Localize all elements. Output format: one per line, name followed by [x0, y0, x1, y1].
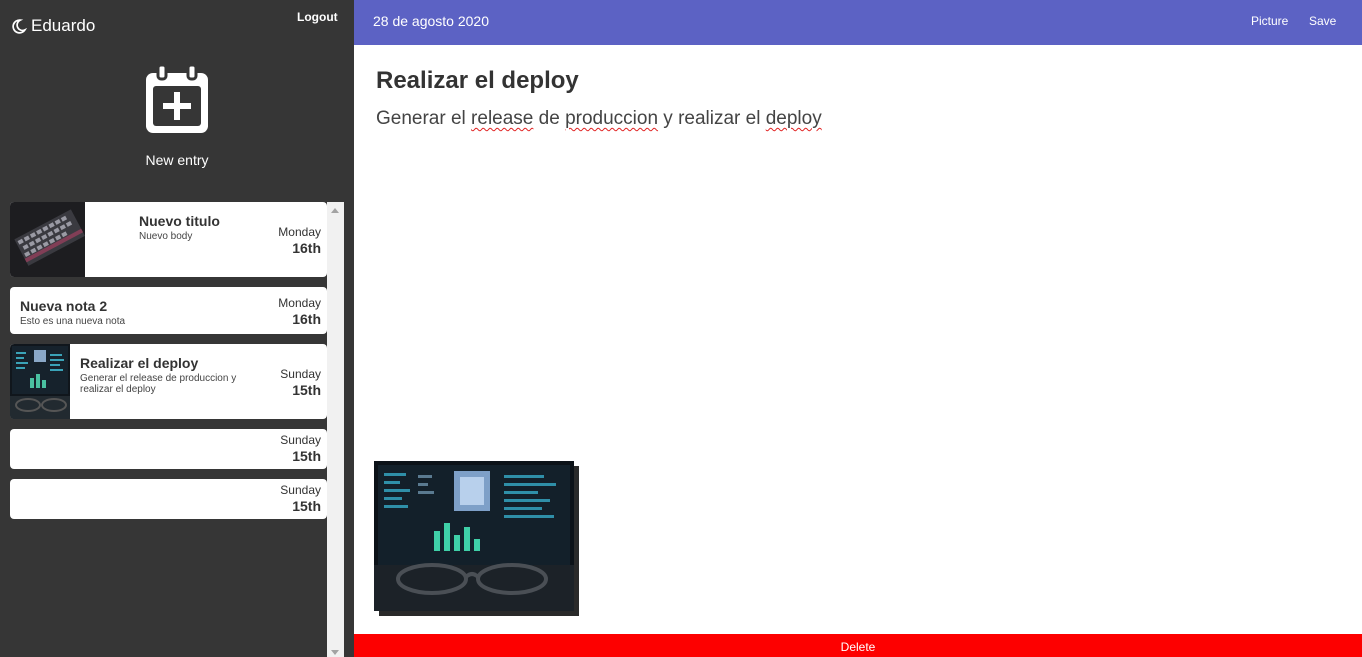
note-body-misspelled-word: deploy	[765, 108, 822, 129]
note-body-misspelled-word: produccion	[565, 108, 659, 129]
entry-day: Monday	[278, 225, 321, 239]
scroll-down-arrow-icon[interactable]	[331, 650, 339, 655]
entry-date: 16th	[292, 240, 321, 256]
user-info: Eduardo	[10, 16, 95, 36]
note-image	[374, 461, 574, 611]
entry-title: Realizar el deploy	[80, 355, 199, 371]
new-entry-label: New entry	[145, 152, 209, 168]
current-date: 28 de agosto 2020	[373, 13, 489, 29]
logout-button[interactable]: Logout	[297, 10, 338, 24]
entry-day: Sunday	[280, 483, 321, 497]
entry-title: Nuevo titulo	[139, 213, 220, 229]
delete-button[interactable]: Delete	[354, 634, 1362, 657]
entry-list: Nuevo titulo Nuevo body Monday 16th Nuev…	[10, 202, 327, 529]
note-title-input[interactable]: Realizar el deploy	[376, 67, 579, 95]
entry-item[interactable]: Sunday 15th	[10, 429, 327, 469]
entry-day: Monday	[278, 296, 321, 310]
entry-date: 15th	[292, 448, 321, 464]
entry-date: 15th	[292, 498, 321, 514]
calendar-plus-icon	[146, 63, 208, 133]
note-body-textarea[interactable]: Generar el release de produccion y reali…	[376, 108, 822, 130]
entry-body: Esto es una nueva nota	[20, 316, 126, 327]
new-entry-button[interactable]: New entry	[0, 62, 354, 168]
entry-title: Nueva nota 2	[20, 298, 108, 314]
moon-icon	[12, 18, 27, 34]
note-body-misspelled-word: release	[471, 108, 534, 129]
entry-item[interactable]: Realizar el deploy Generar el release de…	[10, 344, 327, 419]
note-body-text: Generar el	[376, 108, 472, 129]
entry-item[interactable]: Nueva nota 2 Esto es una nueva nota Mond…	[10, 287, 327, 334]
entry-item[interactable]: Nuevo titulo Nuevo body Monday 16th	[10, 202, 327, 277]
entry-list-scrollbar[interactable]	[327, 202, 344, 657]
entry-body: Nuevo body	[139, 231, 193, 242]
save-button[interactable]: Save	[1309, 14, 1336, 28]
sidebar: Eduardo Logout New entry Nuevo titulo Nu…	[0, 0, 354, 657]
picture-button[interactable]: Picture	[1251, 14, 1288, 28]
top-bar: 28 de agosto 2020 Picture Save	[354, 0, 1362, 45]
entry-date: 15th	[292, 382, 321, 398]
entry-day: Sunday	[280, 367, 321, 381]
note-body-text: y realizar el	[658, 108, 766, 129]
entry-item[interactable]: Sunday 15th	[10, 479, 327, 519]
user-name: Eduardo	[31, 16, 96, 35]
entry-date: 16th	[292, 311, 321, 327]
entry-thumbnail-code-screen	[10, 344, 70, 419]
scroll-up-arrow-icon[interactable]	[331, 208, 339, 213]
entry-day: Sunday	[280, 433, 321, 447]
entry-body: Generar el release de produccion y reali…	[80, 373, 237, 395]
entry-thumbnail-keyboard	[10, 202, 85, 277]
note-body-text: de	[533, 108, 566, 129]
